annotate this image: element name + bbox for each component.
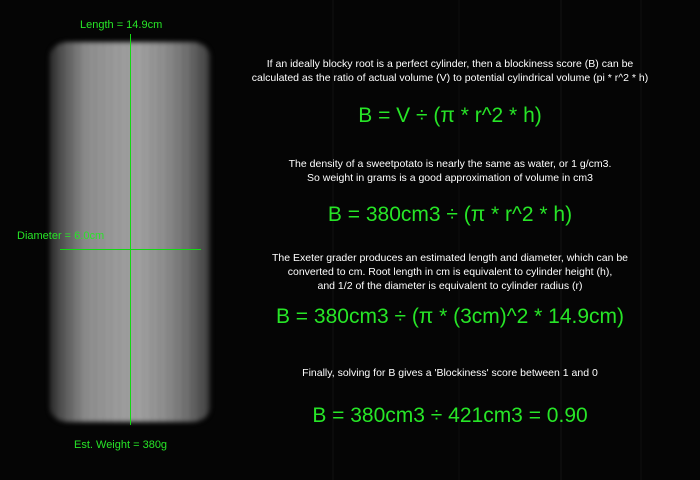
exeter-line: The Exeter grader produces an estimated …: [271, 252, 629, 264]
conclusion-text: Finally, solving for B gives a 'Blockine…: [302, 367, 598, 379]
weight-label: Est. Weight = 380g: [74, 439, 168, 451]
result-formula: B = 380cm3 ÷ 421cm3 = 0.90: [312, 404, 588, 427]
length-label: Length = 14.9cm: [80, 19, 163, 31]
exeter-line: converted to cm. Root length in cm is eq…: [287, 266, 613, 278]
intro-line: calculated as the ratio of actual volume…: [251, 72, 649, 84]
density-line: The density of a sweetpotato is nearly t…: [288, 158, 612, 170]
diameter-guide-line: [60, 249, 201, 250]
exeter-line: and 1/2 of the diameter is equivalent to…: [317, 280, 583, 292]
length-guide-line: [130, 34, 131, 425]
diameter-label: Diameter = 6.0cm: [17, 230, 105, 242]
diagram-canvas: Length = 14.9cm Diameter = 6.0cm Est. We…: [0, 0, 700, 480]
density-paragraph: The density of a sweetpotato is nearly t…: [225, 157, 675, 185]
volume-substitution-formula: B = 380cm3 ÷ (π * r^2 * h): [327, 203, 573, 226]
dimension-substitution-formula: B = 380cm3 ÷ (π * (3cm)^2 * 14.9cm): [275, 305, 625, 328]
exeter-paragraph: The Exeter grader produces an estimated …: [225, 251, 675, 293]
blockiness-formula: B = V ÷ (π * r^2 * h): [358, 104, 542, 127]
density-line: So weight in grams is a good approximati…: [307, 172, 593, 184]
intro-line: If an ideally blocky root is a perfect c…: [266, 58, 634, 70]
intro-paragraph: If an ideally blocky root is a perfect c…: [225, 57, 675, 85]
